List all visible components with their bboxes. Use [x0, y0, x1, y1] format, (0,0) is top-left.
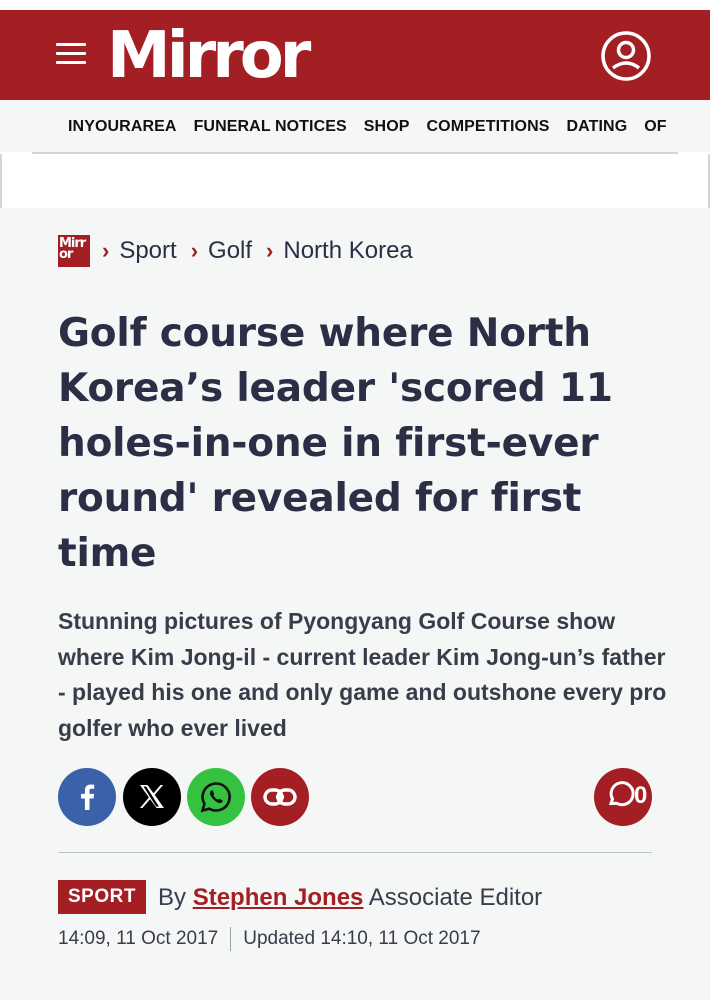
whatsapp-icon	[200, 782, 231, 813]
facebook-icon	[81, 784, 95, 810]
top-nav: INYOURAREA FUNERAL NOTICES SHOP COMPETITION…	[0, 100, 710, 152]
nav-item-competitions[interactable]: COMPETITIONS	[427, 118, 550, 136]
share-whatsapp-button[interactable]	[187, 768, 245, 826]
nav-item-inyourarea[interactable]: INYOURAREA	[68, 118, 177, 136]
ad-slot-border-left	[0, 154, 2, 208]
article-dates: 14:09, 11 Oct 2017 Updated 14:10, 11 Oct …	[58, 927, 481, 951]
date-separator	[230, 927, 232, 951]
byline-divider	[58, 852, 652, 853]
hamburger-menu-icon[interactable]	[56, 43, 86, 65]
comment-count[interactable]: 0	[634, 782, 647, 810]
byline: By Stephen Jones Associate Editor	[158, 884, 542, 912]
chevron-right-icon: ›	[190, 238, 199, 263]
user-account-icon[interactable]	[600, 30, 652, 82]
nav-item-more[interactable]: OF	[644, 118, 666, 136]
article-headline: Golf course where North Korea’s leader '…	[58, 311, 613, 576]
chevron-right-icon: ›	[266, 238, 274, 263]
nav-item-dating[interactable]: DATING	[567, 118, 628, 136]
link-icon	[263, 788, 297, 806]
share-x-button[interactable]	[123, 768, 181, 826]
ad-slot	[0, 154, 710, 208]
copy-link-button[interactable]	[251, 768, 309, 826]
byline-prefix: By	[158, 884, 187, 911]
updated-date: Updated 14:10, 11 Oct 2017	[243, 928, 481, 950]
breadcrumb: Mirr or › Sport › Golf › North Korea	[58, 234, 427, 268]
author-link[interactable]: Stephen Jones	[193, 884, 364, 911]
article-standfirst: Stunning pictures of Pyongyang Golf Cour…	[58, 608, 667, 741]
author-role: Associate Editor	[368, 884, 543, 911]
nav-item-funeral-notices[interactable]: FUNERAL NOTICES	[194, 118, 347, 136]
breadcrumb-golf[interactable]: Golf	[208, 237, 252, 265]
breadcrumb-north-korea[interactable]: North Korea	[283, 237, 412, 265]
share-facebook-button[interactable]	[58, 768, 116, 826]
site-logo[interactable]: Mirror	[107, 16, 311, 96]
breadcrumb-sport[interactable]: Sport	[119, 237, 176, 265]
site-header: Mirror	[0, 10, 710, 100]
published-date: 14:09, 11 Oct 2017	[58, 928, 219, 950]
breadcrumb-mirror-logo[interactable]: Mirr or	[58, 235, 90, 267]
chevron-right-icon: ›	[102, 238, 110, 263]
category-badge[interactable]: SPORT	[58, 880, 146, 914]
x-logo-icon	[139, 785, 164, 808]
nav-item-shop[interactable]: SHOP	[364, 118, 410, 136]
